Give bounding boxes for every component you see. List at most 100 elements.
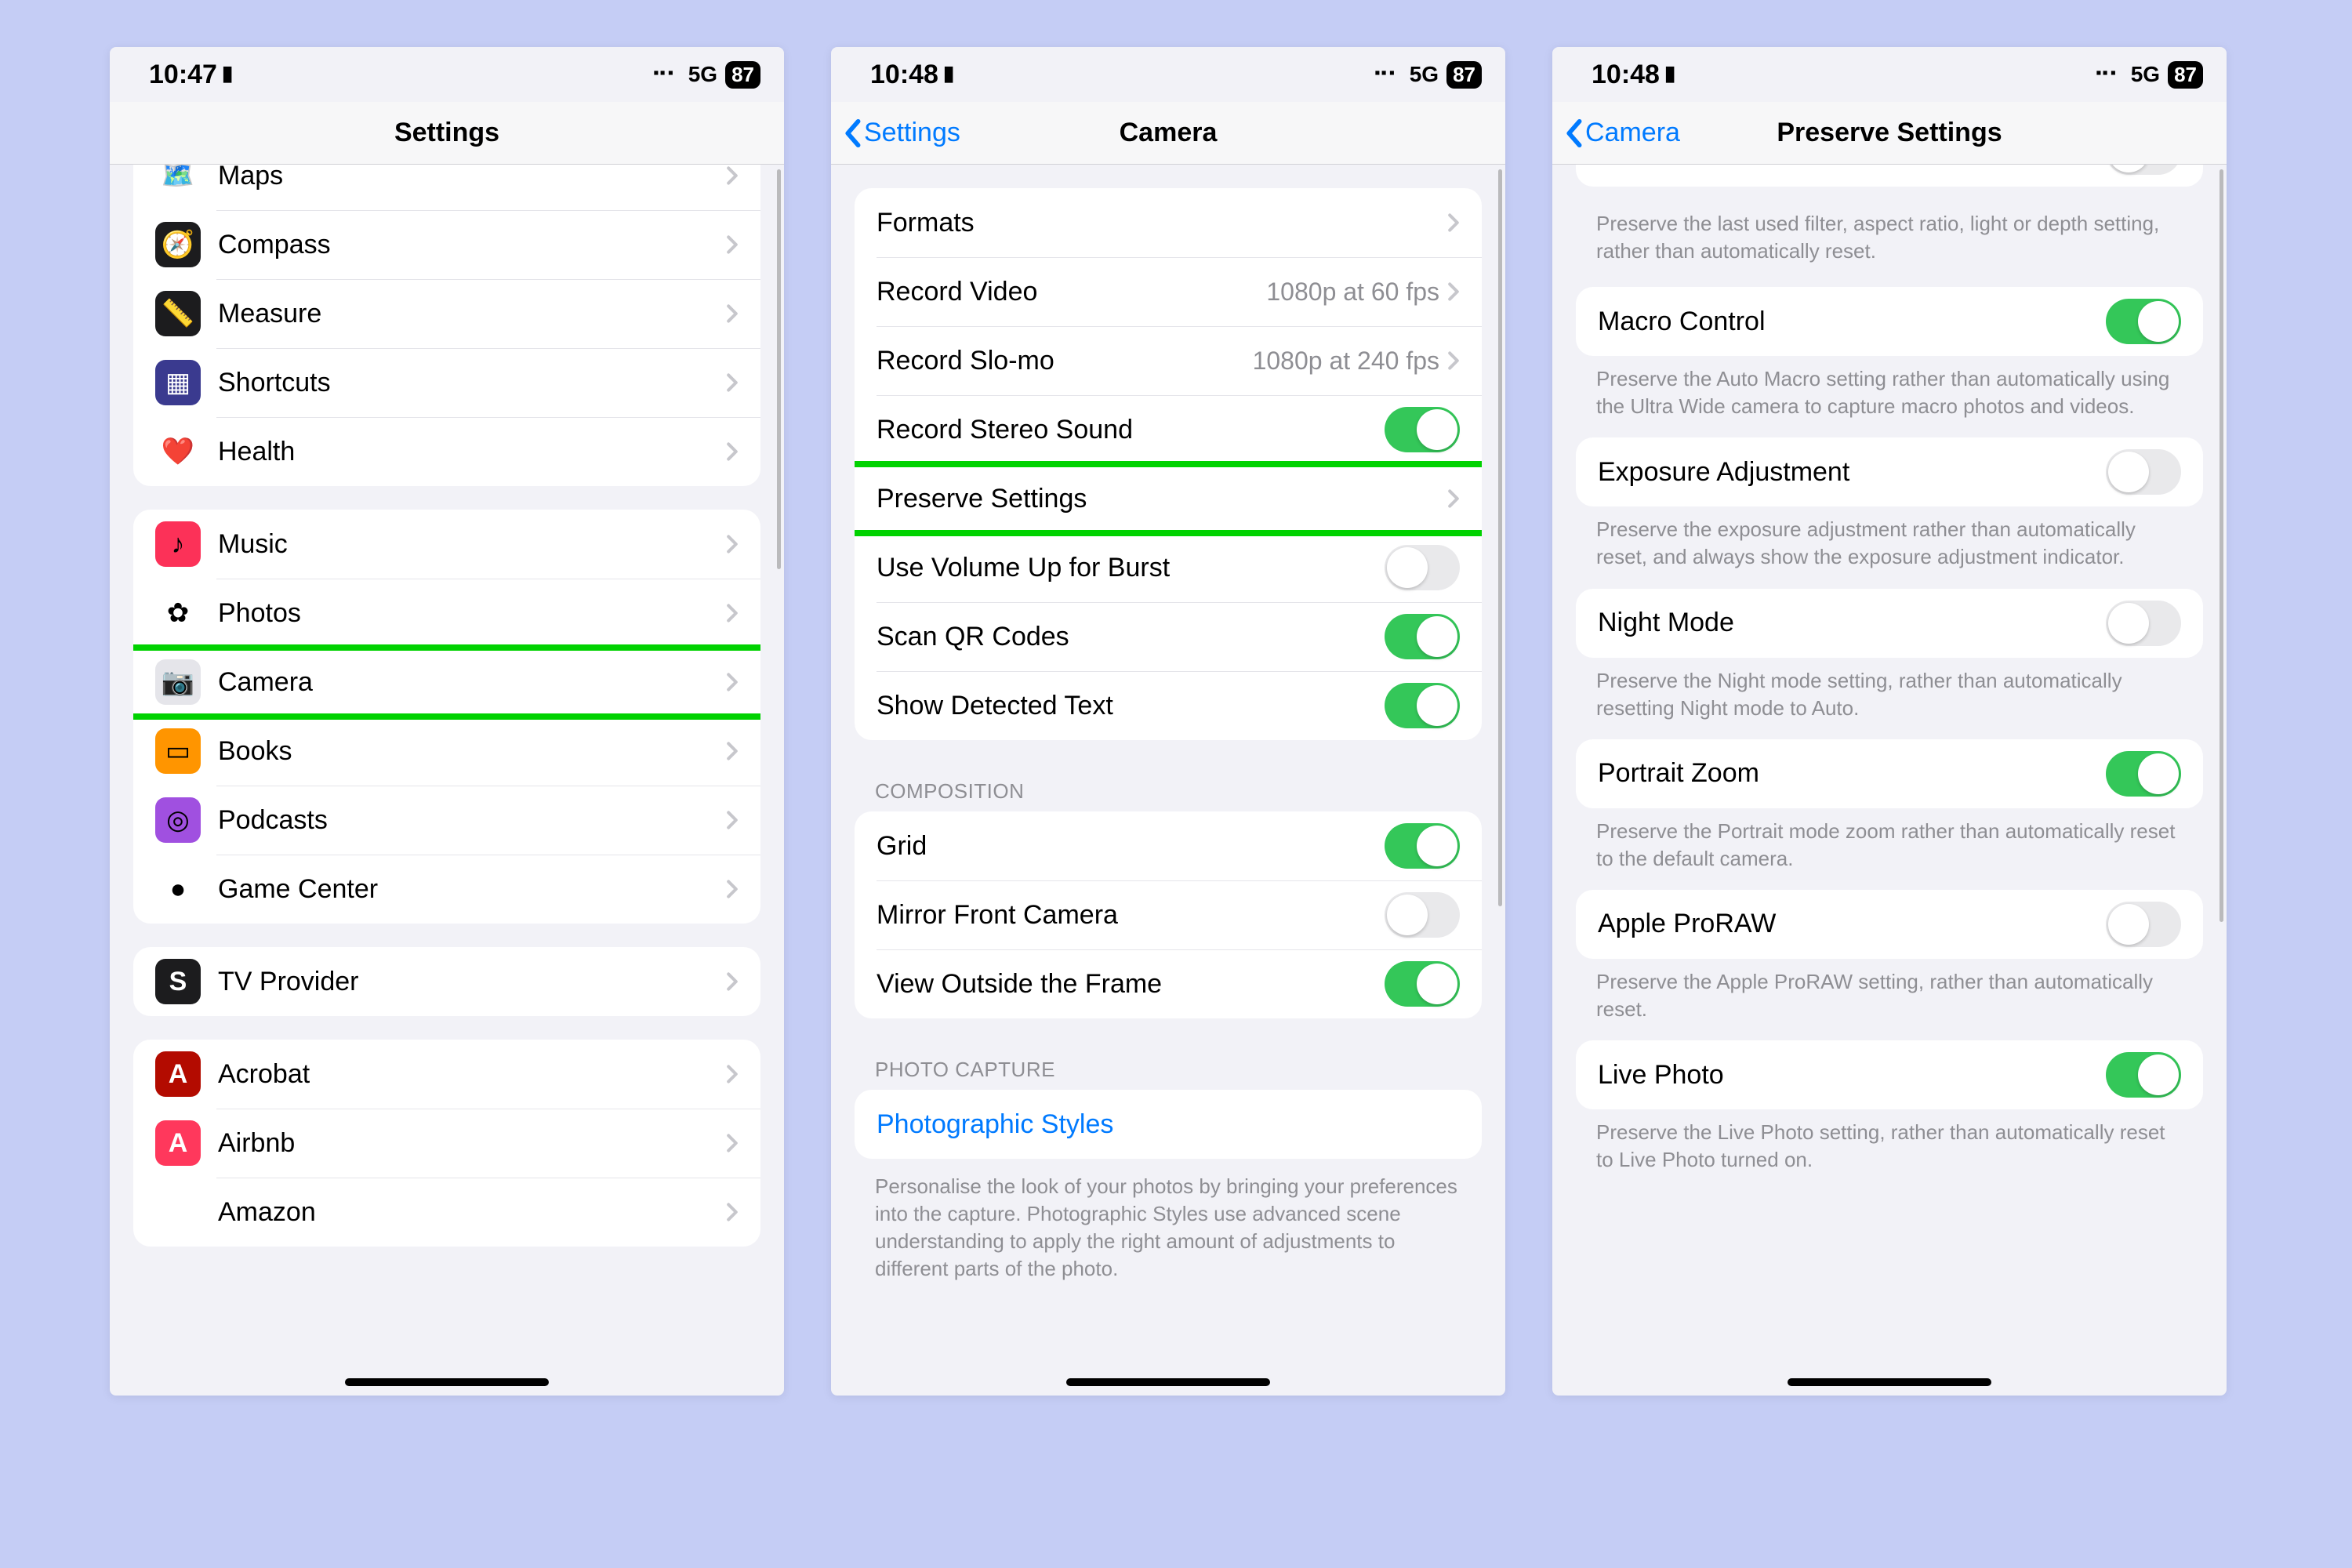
toggle-switch[interactable] (1385, 892, 1460, 938)
chevron-right-icon (1447, 488, 1460, 509)
camera-row-record stereo sound[interactable]: Record Stereo Sound (855, 395, 1482, 464)
home-indicator[interactable] (345, 1378, 549, 1386)
settings-row-compass[interactable]: 🧭 Compass (133, 210, 760, 279)
battery-badge: 87 (725, 61, 760, 89)
row-label: Record Slo-mo (877, 346, 1253, 376)
row-label: Show Detected Text (877, 691, 1385, 721)
settings-row-airbnb[interactable]: A Airbnb (133, 1109, 760, 1178)
camera-row-view outside the frame[interactable]: View Outside the Frame (855, 949, 1482, 1018)
chevron-right-icon (726, 603, 739, 623)
camera-row-record video[interactable]: Record Video1080p at 60 fps (855, 257, 1482, 326)
camera-row-record slo-mo[interactable]: Record Slo-mo1080p at 240 fps (855, 326, 1482, 395)
person-icon: ▮ (222, 61, 233, 85)
row-label: Health (218, 437, 726, 467)
settings-row-tv provider[interactable]: S TV Provider (133, 947, 760, 1016)
toggle-switch[interactable] (1385, 545, 1460, 590)
back-button[interactable]: Settings (842, 118, 960, 148)
settings-row-amazon[interactable]: a Amazon (133, 1178, 760, 1247)
chevron-right-icon (1447, 212, 1460, 233)
home-indicator[interactable] (1788, 1378, 1991, 1386)
back-button[interactable]: Camera (1563, 118, 1680, 148)
settings-row-maps[interactable]: 🗺️ Maps (133, 165, 760, 210)
scrollbar[interactable] (2220, 169, 2223, 922)
settings-row-acrobat[interactable]: A Acrobat (133, 1040, 760, 1109)
toggle-switch[interactable] (2106, 751, 2181, 797)
toggle-switch[interactable] (1385, 614, 1460, 659)
camera-row-scan qr codes[interactable]: Scan QR Codes (855, 602, 1482, 671)
toggle-switch[interactable] (2106, 902, 2181, 947)
row-label: Books (218, 736, 726, 767)
preserve-group: Apple ProRAW (1576, 890, 2203, 959)
row-label: Camera (218, 667, 726, 698)
measure-icon: 📏 (155, 291, 201, 336)
photos-icon: ✿ (155, 590, 201, 636)
settings-row-game center[interactable]: ● Game Center (133, 855, 760, 924)
signal-icon: ⠒⠂ (652, 62, 681, 88)
navbar: Settings Camera (831, 102, 1505, 165)
camera-row-grid[interactable]: Grid (855, 811, 1482, 880)
scrollbar[interactable] (1498, 169, 1502, 906)
preserve-row-live photo[interactable]: Live Photo (1576, 1040, 2203, 1109)
person-icon: ▮ (1664, 61, 1675, 85)
settings-row-music[interactable]: ♪ Music (133, 510, 760, 579)
back-label: Camera (1585, 118, 1680, 148)
row-label: Record Stereo Sound (877, 415, 1385, 445)
status-time: 10:48 (1592, 60, 1660, 90)
row-label: Apple ProRAW (1598, 909, 2106, 939)
toggle-switch[interactable] (2106, 299, 2181, 344)
camera-row-preserve settings[interactable]: Preserve Settings (855, 464, 1482, 533)
row-label: Night Mode (1598, 608, 2106, 638)
settings-row-health[interactable]: ❤️ Health (133, 417, 760, 486)
row-label: Macro Control (1598, 307, 2106, 337)
chevron-right-icon (726, 534, 739, 554)
health-icon: ❤️ (155, 429, 201, 474)
camera-row-photographic-styles[interactable]: Photographic Styles (855, 1090, 1482, 1159)
status-time: 10:48 (870, 60, 938, 90)
preserve-row-night mode[interactable]: Night Mode (1576, 589, 2203, 658)
toggle-switch[interactable] (2106, 601, 2181, 646)
row-label: View Outside the Frame (877, 969, 1385, 1000)
scrollbar[interactable] (777, 169, 781, 569)
preserve-row-portrait zoom[interactable]: Portrait Zoom (1576, 739, 2203, 808)
preserve-row-macro control[interactable]: Macro Control (1576, 287, 2203, 356)
toggle-switch[interactable] (2106, 165, 2181, 175)
chevron-right-icon (1447, 350, 1460, 371)
settings-row-measure[interactable]: 📏 Measure (133, 279, 760, 348)
footer-text: Preserve the Night mode setting, rather … (1552, 664, 2227, 733)
settings-row-photos[interactable]: ✿ Photos (133, 579, 760, 648)
navbar: Camera Preserve Settings (1552, 102, 2227, 165)
shortcuts-icon: ▦ (155, 360, 201, 405)
camera-row-show detected text[interactable]: Show Detected Text (855, 671, 1482, 740)
row-label: Exposure Adjustment (1598, 457, 2106, 488)
chevron-left-icon (1563, 118, 1584, 148)
chevron-right-icon (726, 234, 739, 255)
preserve-row-exposure adjustment[interactable]: Exposure Adjustment (1576, 437, 2203, 506)
toggle-switch[interactable] (1385, 407, 1460, 452)
settings-row-books[interactable]: ▭ Books (133, 717, 760, 786)
toggle-switch[interactable] (1385, 683, 1460, 728)
preserve-row-cutoff[interactable] (1576, 165, 2203, 187)
camera-row-mirror front camera[interactable]: Mirror Front Camera (855, 880, 1482, 949)
preserve-row-apple proraw[interactable]: Apple ProRAW (1576, 890, 2203, 959)
phone-settings: 10:47 ▮ ⠒⠂ 5G 87 Settings 🗺️ Maps 🧭 Comp… (110, 47, 784, 1396)
camera-row-formats[interactable]: Formats (855, 188, 1482, 257)
network-label: 5G (2131, 62, 2160, 87)
home-indicator[interactable] (1066, 1378, 1270, 1386)
back-label: Settings (864, 118, 960, 148)
settings-group: ♪ Music ✿ Photos 📷 Camera ▭ Books ◎ Podc… (133, 510, 760, 924)
row-label: Music (218, 529, 726, 560)
camera-row-use volume up for burst[interactable]: Use Volume Up for Burst (855, 533, 1482, 602)
row-detail: 1080p at 60 fps (1266, 278, 1439, 307)
settings-row-podcasts[interactable]: ◎ Podcasts (133, 786, 760, 855)
toggle-switch[interactable] (1385, 823, 1460, 869)
toggle-switch[interactable] (2106, 1052, 2181, 1098)
section-header-photocapture: PHOTO CAPTURE (831, 1042, 1505, 1090)
toggle-switch[interactable] (2106, 449, 2181, 495)
settings-row-shortcuts[interactable]: ▦ Shortcuts (133, 348, 760, 417)
toggle-switch[interactable] (1385, 961, 1460, 1007)
row-label: Game Center (218, 874, 726, 905)
settings-row-camera[interactable]: 📷 Camera (133, 648, 760, 717)
status-bar: 10:47 ▮ ⠒⠂ 5G 87 (110, 47, 784, 102)
preserve-group-cutoff (1576, 165, 2203, 187)
chevron-right-icon (726, 372, 739, 393)
